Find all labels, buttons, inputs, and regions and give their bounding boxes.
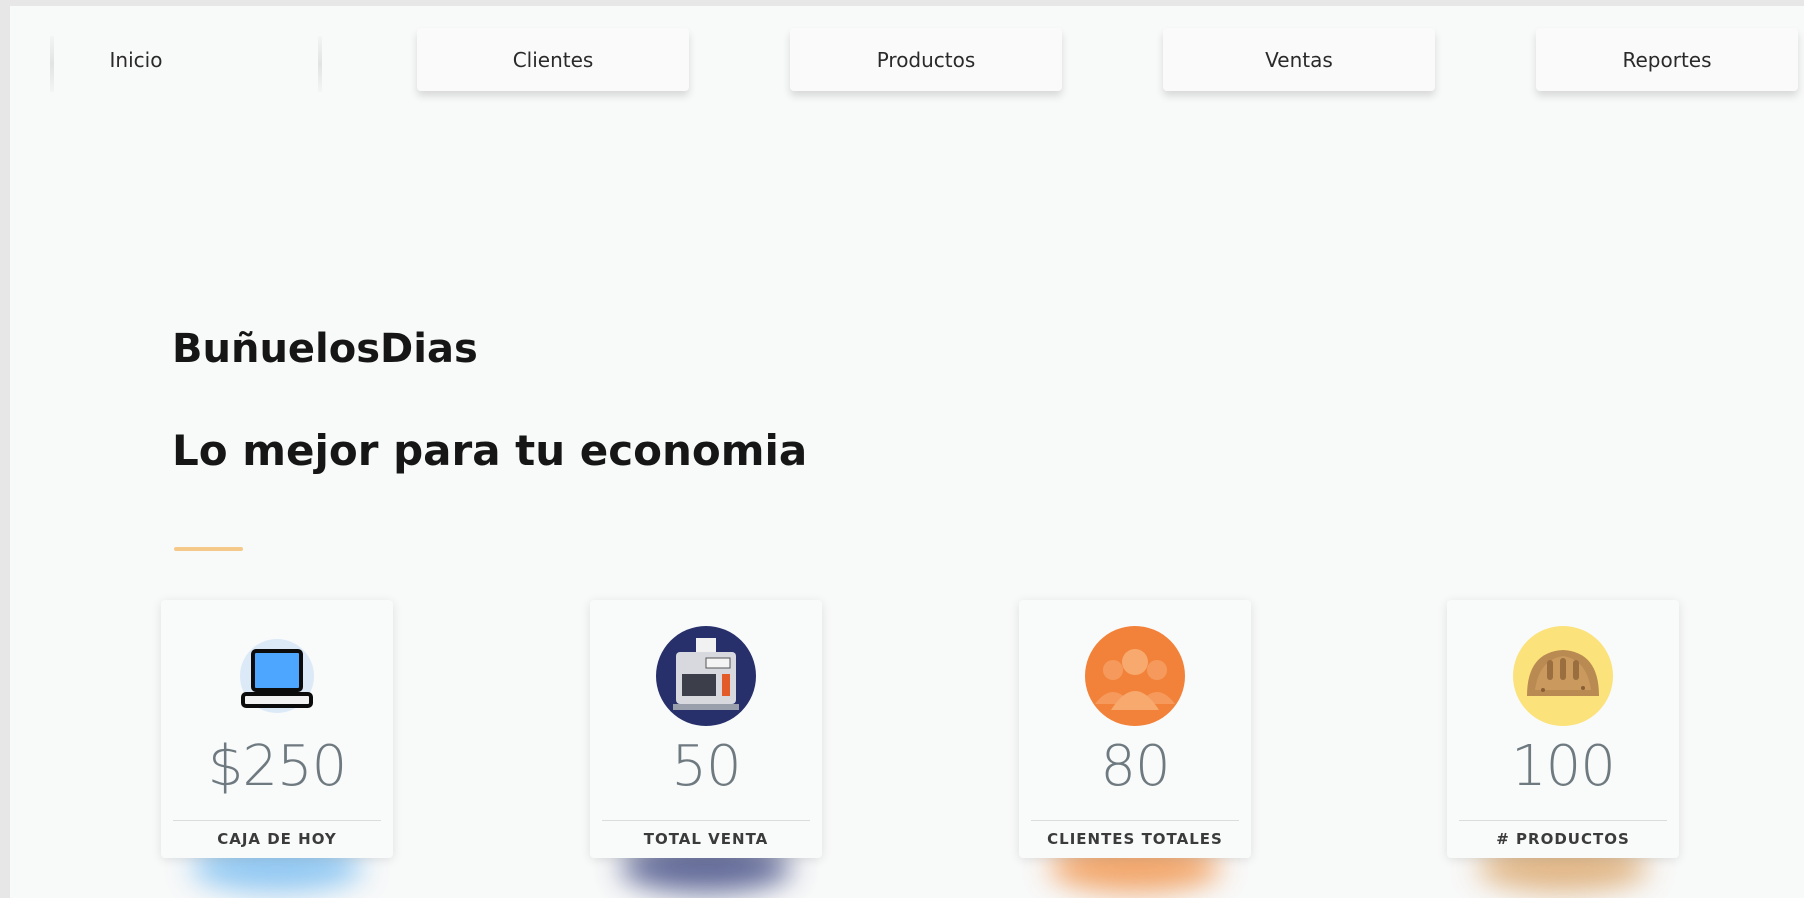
nav-item-inicio[interactable]: Inicio [50,28,322,92]
nav-divider [50,36,54,92]
stat-label: TOTAL VENTA [643,830,769,848]
stat-value: 50 [671,734,741,799]
nav-item-productos[interactable]: Productos [790,28,1062,91]
stat-card: $250 CAJA DE HOY [161,600,393,858]
stat-value: 100 [1511,734,1616,799]
cash-register-icon [656,626,756,726]
stat-card: 100 # PRODUCTOS [1447,600,1679,858]
nav-item-clientes[interactable]: Clientes [417,28,689,91]
app-frame: Inicio Clientes Productos Ventas Reporte… [10,6,1804,898]
stat-value: $250 [207,734,348,799]
nav-item-label: Productos [876,47,976,72]
stat-label: CAJA DE HOY [217,830,337,848]
nav-item-ventas[interactable]: Ventas [1163,28,1435,91]
stat-label: # PRODUCTOS [1496,830,1630,848]
card-divider [602,820,810,821]
brand-title: BuñuelosDias [172,326,478,372]
page-tagline: Lo mejor para tu economia [172,426,808,475]
stat-card: 80 CLIENTES TOTALES [1019,600,1251,858]
nav-item-label: Clientes [512,47,594,72]
card-divider [1459,820,1667,821]
laptop-icon [240,639,314,713]
nav-item-reportes[interactable]: Reportes [1536,28,1798,91]
stat-card-ventas[interactable]: 50 TOTAL VENTA [590,600,822,892]
bread-icon [1513,626,1613,726]
nav-item-label: Reportes [1622,47,1712,72]
stat-label: CLIENTES TOTALES [1047,830,1223,848]
stat-card-caja[interactable]: $250 CAJA DE HOY [161,600,393,892]
stat-value: 80 [1100,734,1170,799]
stat-card-clientes[interactable]: 80 CLIENTES TOTALES [1019,600,1251,892]
users-icon [1085,626,1185,726]
accent-divider [174,547,243,551]
card-divider [1031,820,1239,821]
stat-card: 50 TOTAL VENTA [590,600,822,858]
nav-divider [318,36,322,92]
nav-item-label: Ventas [1265,47,1333,72]
nav-item-label: Inicio [109,47,163,72]
stat-card-productos[interactable]: 100 # PRODUCTOS [1447,600,1679,892]
card-divider [173,820,381,821]
